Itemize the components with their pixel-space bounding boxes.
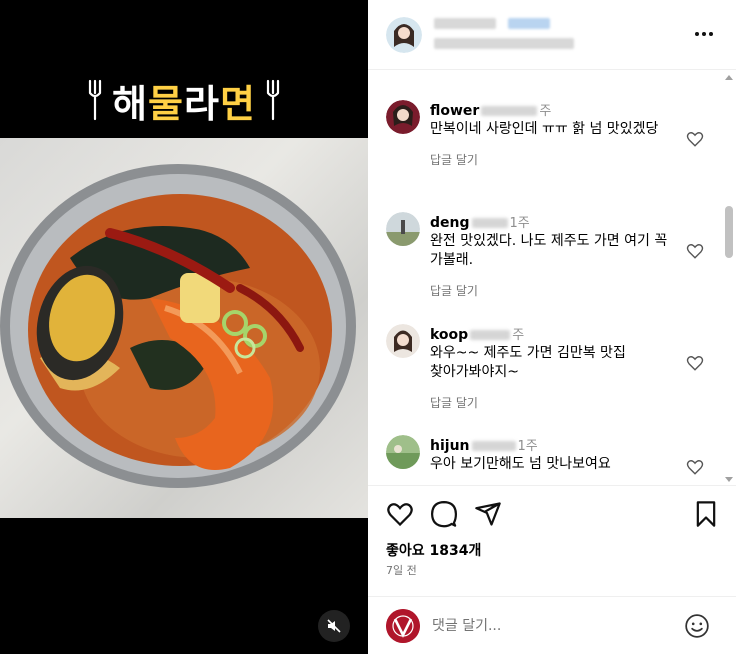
author-name-blurred[interactable] [434, 18, 496, 29]
commenter-avatar[interactable] [386, 435, 420, 469]
add-comment-bar [368, 596, 736, 654]
post-side-panel: flower 주 만복이네 사랑인데 ㅠㅠ 핡 넘 맛있겠당 답글 달기 deng… [368, 0, 736, 654]
comment-time[interactable]: 주 [539, 104, 551, 119]
fork-icon [266, 79, 280, 121]
username-blurred [471, 440, 516, 451]
scroll-up-arrow[interactable] [725, 75, 733, 80]
paper-plane-icon[interactable] [474, 500, 502, 528]
title-char: 라 [184, 81, 220, 126]
commenter-avatar[interactable] [386, 324, 420, 358]
reply-button[interactable]: 답글 달기 [430, 151, 478, 168]
comment-bubble-icon[interactable] [430, 500, 458, 528]
comment-time[interactable]: 1주 [518, 439, 538, 454]
reply-button[interactable]: 답글 달기 [430, 282, 478, 299]
comment-username[interactable]: hijun [430, 438, 470, 454]
comment-text: 완전 맛있겠다. 나도 제주도 가면 여기 꼭 가볼래. [430, 233, 668, 268]
comment-input[interactable] [432, 615, 662, 637]
comment-text: 와우~~ 제주도 가면 김만복 맛집 찾아가봐야지~ [430, 345, 626, 380]
title-char: 물 [148, 81, 184, 126]
heart-icon[interactable] [686, 458, 704, 476]
author-badge-blurred [508, 18, 550, 29]
comment-time[interactable]: 1주 [510, 216, 530, 231]
comment-username[interactable]: koop [430, 327, 468, 343]
food-photo [0, 138, 368, 518]
comment-username[interactable]: deng [430, 215, 470, 231]
media-title: 해물라면 [0, 70, 368, 130]
username-blurred [471, 217, 508, 228]
comment-time[interactable]: 주 [512, 328, 524, 343]
muted-speaker-icon [327, 619, 341, 633]
username-blurred [470, 329, 511, 340]
fork-icon [88, 79, 102, 121]
more-options-button[interactable] [692, 24, 716, 44]
location-blurred[interactable] [434, 38, 574, 49]
title-char: 면 [219, 81, 256, 126]
seafood-ramen-illustration [0, 164, 356, 488]
heart-icon[interactable] [686, 354, 704, 372]
likes-count[interactable]: 좋아요 1834개 [386, 540, 481, 560]
comments-list[interactable]: flower 주 만복이네 사랑인데 ㅠㅠ 핡 넘 맛있겠당 답글 달기 deng… [368, 71, 736, 486]
heart-icon[interactable] [386, 500, 414, 528]
username-blurred [481, 105, 538, 116]
comment-username[interactable]: flower [430, 103, 479, 119]
bookmark-icon[interactable] [692, 500, 720, 528]
post-actions [368, 498, 736, 532]
emoji-smile-icon[interactable] [684, 613, 710, 639]
scroll-down-arrow[interactable] [725, 477, 733, 482]
instagram-post-view: 해물라면 flower 주 만복이네 사랑인데 ㅠㅠ 핡 넘 맛있겠당 답글 달… [0, 0, 736, 654]
heart-icon[interactable] [686, 130, 704, 148]
commenter-avatar[interactable] [386, 212, 420, 246]
post-media[interactable]: 해물라면 [0, 0, 368, 654]
comment-text: 만복이네 사랑인데 ㅠㅠ 핡 넘 맛있겠당 [430, 121, 659, 137]
author-avatar[interactable] [386, 17, 422, 53]
reply-button[interactable]: 답글 달기 [430, 394, 478, 411]
current-user-avatar[interactable] [386, 609, 420, 643]
mute-button[interactable] [318, 610, 350, 642]
comments-scrollbar[interactable] [722, 71, 736, 486]
title-char: 해 [112, 81, 149, 126]
scroll-thumb[interactable] [725, 206, 733, 258]
post-header [368, 0, 736, 70]
post-date[interactable]: 7일 전 [386, 562, 417, 578]
heart-icon[interactable] [686, 242, 704, 260]
comment-text: 우아 보기만해도 넘 맛나보여요 [430, 456, 611, 472]
commenter-avatar[interactable] [386, 100, 420, 134]
